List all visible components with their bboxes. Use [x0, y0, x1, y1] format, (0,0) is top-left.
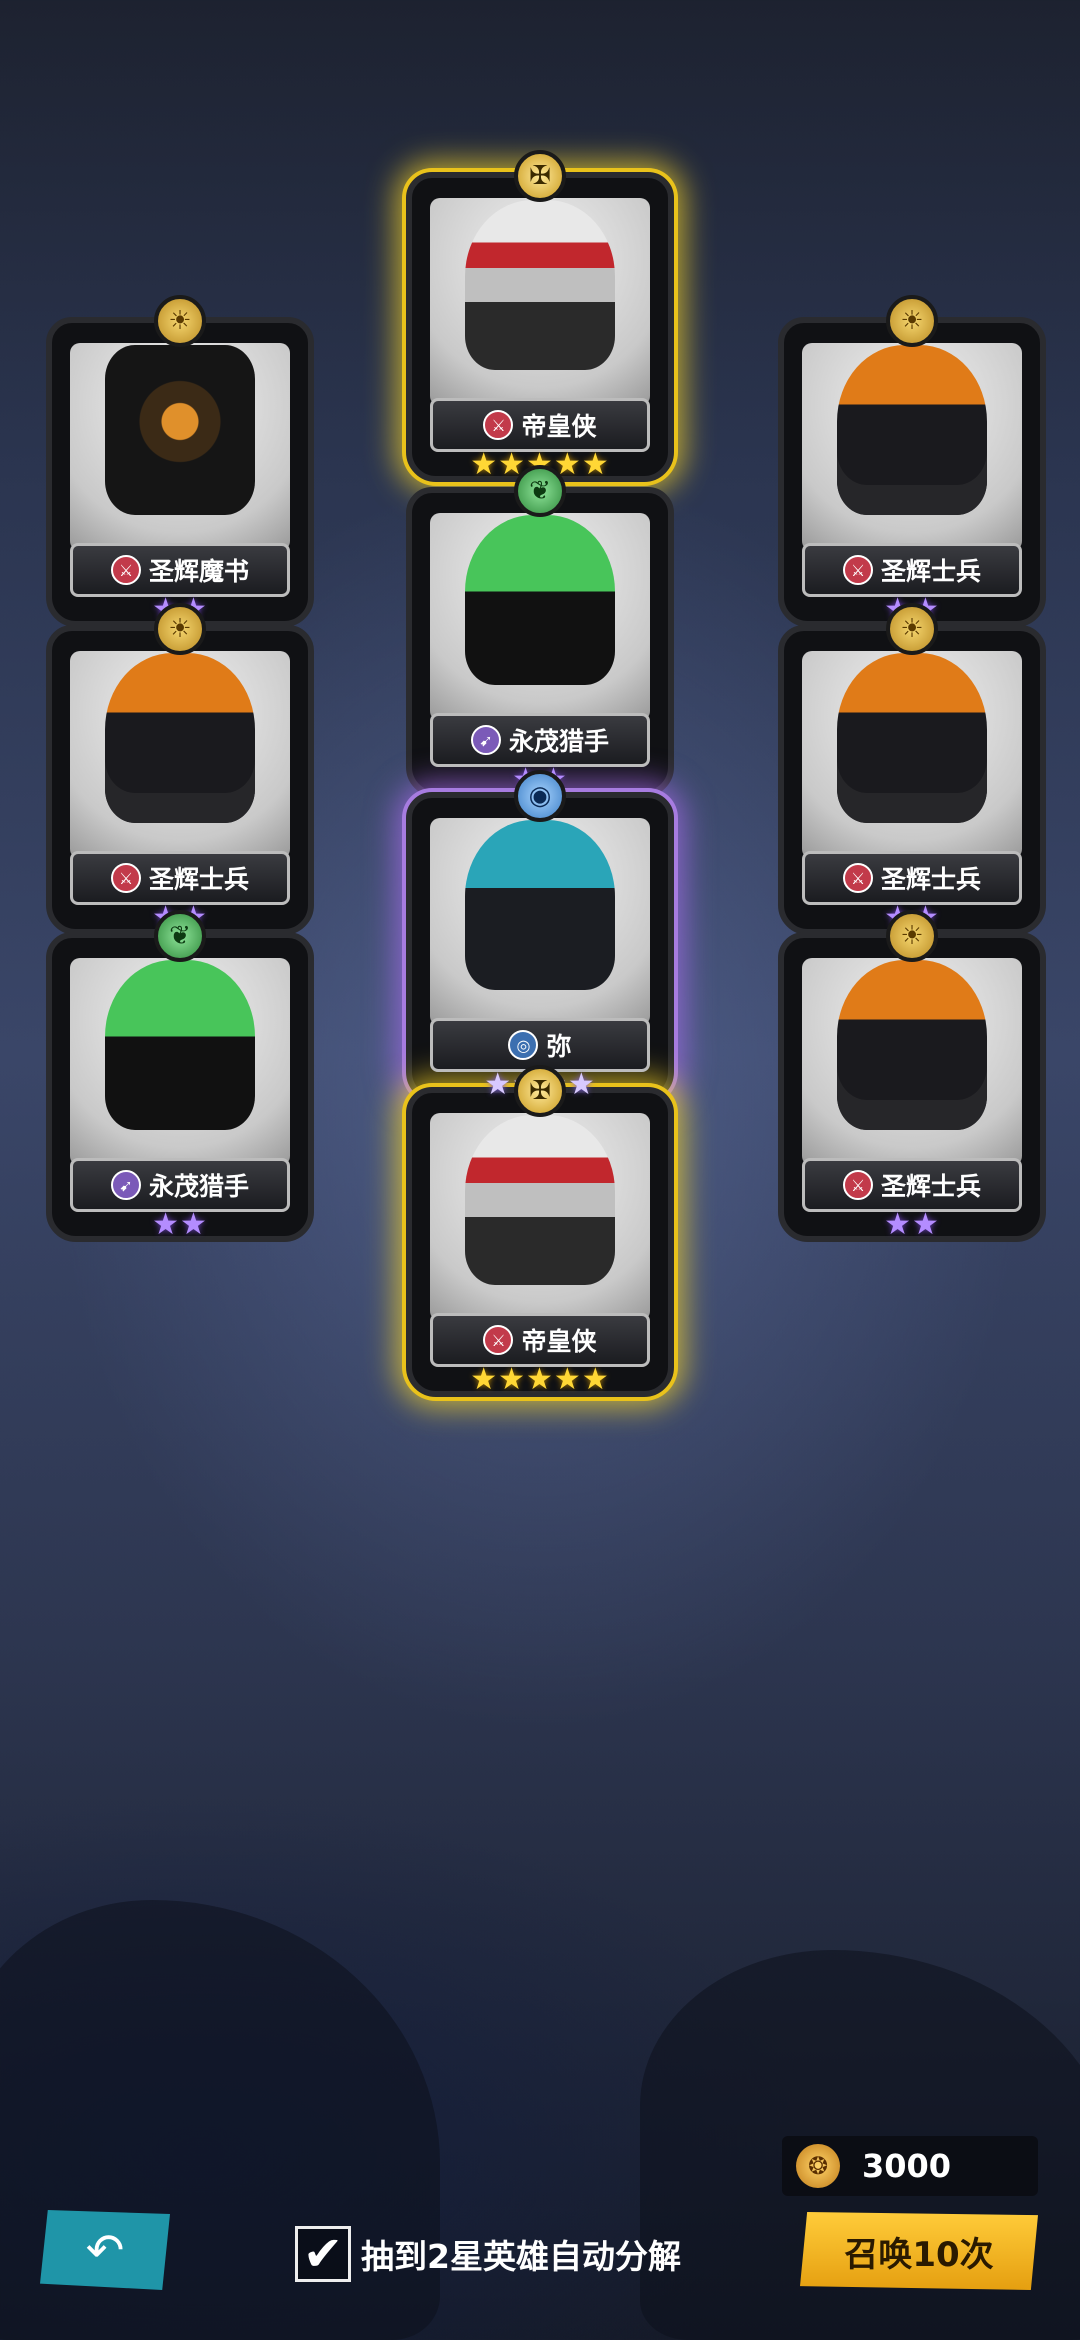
hero-portrait — [430, 1113, 650, 1321]
back-arrow-icon: ↶ — [85, 2223, 125, 2277]
faction-emblem-icon: ✠ — [514, 150, 566, 202]
hero-name: 圣辉士兵 — [148, 865, 249, 894]
warrior-class-icon: ⚔ — [110, 555, 141, 585]
hero-card-holy-soldier-r1[interactable]: ☀ ⚔ 圣辉士兵 ★★ — [778, 295, 1046, 655]
hero-portrait — [70, 958, 290, 1166]
hero-card-evergreen-hunter-left[interactable]: ❦ ➹ 永茂猎手 ★★ — [46, 910, 314, 1270]
warrior-class-icon: ⚔ — [842, 863, 873, 893]
hero-portrait — [70, 651, 290, 859]
hero-art — [465, 200, 615, 371]
faction-emblem-icon: ☀ — [886, 603, 938, 655]
hero-card-holy-soldier-r3[interactable]: ☀ ⚔ 圣辉士兵 ★★ — [778, 910, 1046, 1270]
hero-portrait — [70, 343, 290, 551]
back-button[interactable]: ↶ — [40, 2210, 170, 2290]
warrior-class-icon: ⚔ — [483, 1325, 514, 1355]
auto-decompose-label: 抽到2星英雄自动分解 — [361, 2237, 681, 2276]
hero-name: 永茂猎手 — [148, 1172, 249, 1201]
hero-name: 圣辉士兵 — [880, 865, 981, 894]
warrior-class-icon: ⚔ — [842, 555, 873, 585]
hero-art — [837, 345, 987, 516]
currency-value: 3000 — [862, 2147, 952, 2185]
hero-name-plate: ⚔ 圣辉士兵 — [802, 851, 1022, 905]
faction-emblem-icon: ☀ — [886, 295, 938, 347]
warrior-class-icon: ⚔ — [842, 1170, 873, 1200]
faction-emblem-icon: ❦ — [514, 465, 566, 517]
hero-name-plate: ⚔ 圣辉魔书 — [70, 543, 290, 597]
warrior-class-icon: ⚔ — [110, 863, 141, 893]
auto-decompose-checkbox[interactable]: ✔ — [295, 2226, 351, 2282]
faction-emblem-icon: ✠ — [514, 1065, 566, 1117]
faction-emblem-icon: ☀ — [154, 603, 206, 655]
hero-name-plate: ⚔ 帝皇侠 — [430, 398, 650, 452]
archer-class-icon: ➹ — [470, 725, 501, 755]
hero-name: 帝皇侠 — [521, 1327, 597, 1356]
hero-art — [465, 1115, 615, 1286]
faction-emblem-icon: ◉ — [514, 770, 566, 822]
warrior-class-icon: ⚔ — [483, 410, 514, 440]
hero-portrait — [430, 818, 650, 1026]
hero-art — [105, 345, 255, 516]
hero-card-holy-soldier-l2[interactable]: ☀ ⚔ 圣辉士兵 ★★ — [46, 603, 314, 963]
hero-art — [465, 515, 615, 686]
hero-name: 圣辉士兵 — [880, 1172, 981, 1201]
hero-name-plate: ⚔ 圣辉士兵 — [70, 851, 290, 905]
mage-class-icon: ◎ — [508, 1030, 539, 1060]
hero-name-plate: ⚔ 圣辉士兵 — [802, 543, 1022, 597]
hero-card-emperor-bottom[interactable]: ✠ ⚔ 帝皇侠 ★★★★★ — [406, 1065, 674, 1425]
hero-card-emperor-top[interactable]: ✠ ⚔ 帝皇侠 ★★★★★ — [406, 150, 674, 510]
summon-10-button[interactable]: 召唤10次 — [800, 2212, 1038, 2290]
hero-portrait — [430, 513, 650, 721]
hero-art — [105, 653, 255, 824]
hero-name-plate: ➹ 永茂猎手 — [430, 713, 650, 767]
star-rating: ★★ — [884, 1207, 940, 1242]
hero-name-plate: ⚔ 帝皇侠 — [430, 1313, 650, 1367]
hero-art — [465, 820, 615, 991]
auto-decompose-toggle[interactable]: ✔ 抽到2星英雄自动分解 — [295, 2226, 681, 2282]
hero-portrait — [430, 198, 650, 406]
hero-portrait — [802, 958, 1022, 1166]
hero-art — [837, 653, 987, 824]
faction-emblem-icon: ☀ — [154, 295, 206, 347]
hero-card-holy-soldier-r2[interactable]: ☀ ⚔ 圣辉士兵 ★★ — [778, 603, 1046, 963]
hero-art — [837, 960, 987, 1131]
hero-name: 圣辉士兵 — [880, 557, 981, 586]
hero-name-plate: ◎ 弥 — [430, 1018, 650, 1072]
hero-name: 弥 — [546, 1032, 572, 1061]
star-rating: ★★★★★ — [470, 1362, 610, 1397]
hero-name-plate: ⚔ 圣辉士兵 — [802, 1158, 1022, 1212]
summon-currency-display: ❂ 3000 — [782, 2136, 1038, 2196]
hero-portrait — [802, 343, 1022, 551]
summon-token-icon: ❂ — [796, 2144, 840, 2188]
hero-name: 帝皇侠 — [521, 412, 597, 441]
hero-portrait — [802, 651, 1022, 859]
hero-name: 圣辉魔书 — [148, 557, 249, 586]
star-rating: ★★ — [152, 1207, 208, 1242]
faction-emblem-icon: ☀ — [886, 910, 938, 962]
faction-emblem-icon: ❦ — [154, 910, 206, 962]
hero-name: 永茂猎手 — [508, 727, 609, 756]
hero-art — [105, 960, 255, 1131]
archer-class-icon: ➹ — [110, 1170, 141, 1200]
hero-card-holy-book[interactable]: ☀ ⚔ 圣辉魔书 ★★ — [46, 295, 314, 655]
summon-button-label: 召唤10次 — [844, 2234, 994, 2275]
hero-name-plate: ➹ 永茂猎手 — [70, 1158, 290, 1212]
